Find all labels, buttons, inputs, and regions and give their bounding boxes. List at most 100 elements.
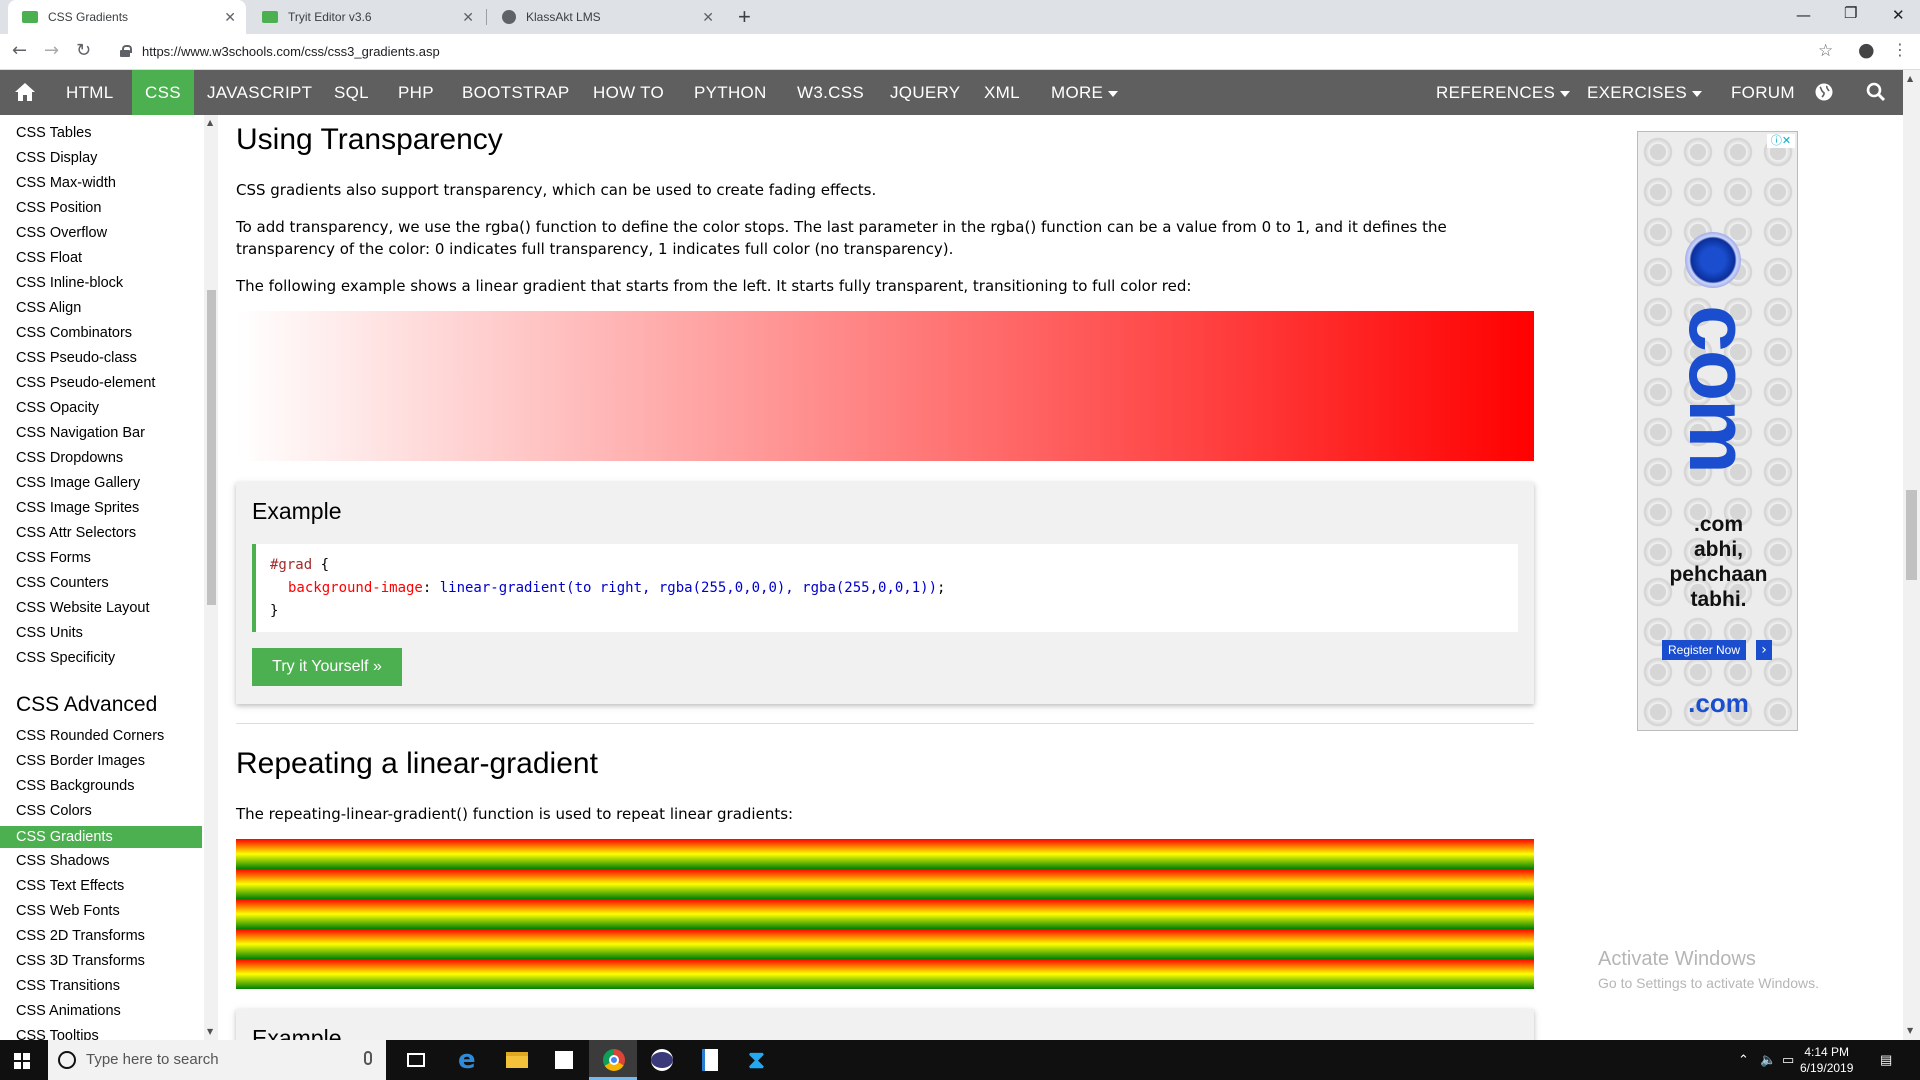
- nav-html[interactable]: HTML: [66, 70, 113, 115]
- nav-sql[interactable]: SQL: [334, 70, 369, 115]
- globe-icon[interactable]: [1814, 70, 1834, 115]
- ad-close-icon[interactable]: ⓘ✕: [1767, 134, 1795, 148]
- sidebar-item[interactable]: CSS Backgrounds: [16, 778, 134, 794]
- reload-icon[interactable]: ↻: [76, 40, 91, 61]
- sidebar-item[interactable]: CSS Animations: [16, 1003, 121, 1019]
- nav-more[interactable]: MORE: [1051, 70, 1119, 115]
- sidebar-item[interactable]: CSS Colors: [16, 803, 92, 819]
- sidebar-item[interactable]: CSS Rounded Corners: [16, 728, 164, 744]
- tab-close-icon[interactable]: ✕: [702, 9, 714, 26]
- tab-tryit-editor[interactable]: Tryit Editor v3.6 ✕: [248, 0, 484, 34]
- sidebar-item[interactable]: CSS Dropdowns: [16, 450, 123, 466]
- store-icon[interactable]: [540, 1040, 588, 1080]
- network-icon[interactable]: ▭: [1782, 1052, 1794, 1068]
- task-view-icon[interactable]: [392, 1040, 440, 1080]
- eclipse-icon[interactable]: [637, 1040, 685, 1080]
- sidebar-item[interactable]: CSS Opacity: [16, 400, 99, 416]
- menu-kebab-icon[interactable]: ⋮: [1892, 40, 1908, 59]
- nav-exercises[interactable]: EXERCISES: [1587, 70, 1703, 115]
- sidebar-item[interactable]: CSS Pseudo-class: [16, 350, 137, 366]
- minimize-icon[interactable]: —: [1796, 6, 1811, 24]
- scroll-down-arrow-icon[interactable]: ▼: [207, 1027, 213, 1036]
- advertisement[interactable]: ⓘ✕ com .com abhi, pehchaan tabhi. Regist…: [1637, 131, 1798, 731]
- nav-jquery[interactable]: JQUERY: [890, 70, 960, 115]
- nav-xml[interactable]: XML: [984, 70, 1020, 115]
- sidebar-item[interactable]: CSS Pseudo-element: [16, 375, 155, 391]
- microphone-icon[interactable]: [364, 1051, 372, 1065]
- sidebar-item[interactable]: CSS Tooltips: [16, 1028, 99, 1040]
- sidebar-item[interactable]: CSS Units: [16, 625, 83, 641]
- taskbar-search[interactable]: Type here to search: [48, 1040, 386, 1080]
- tab-close-icon[interactable]: ✕: [224, 9, 236, 26]
- nav-references[interactable]: REFERENCES: [1436, 70, 1571, 115]
- nav-javascript[interactable]: JAVASCRIPT: [207, 70, 312, 115]
- sidebar-item[interactable]: CSS Attr Selectors: [16, 525, 136, 541]
- nav-python[interactable]: PYTHON: [694, 70, 767, 115]
- scroll-down-arrow-icon[interactable]: ▼: [1907, 1026, 1913, 1035]
- windows-start-icon[interactable]: [14, 1053, 30, 1069]
- tab-klassakt-lms[interactable]: KlassAkt LMS ✕: [488, 0, 724, 34]
- nav-bootstrap[interactable]: BOOTSTRAP: [462, 70, 570, 115]
- sidebar-item[interactable]: CSS 2D Transforms: [16, 928, 145, 944]
- tab-css-gradients[interactable]: CSS Gradients ✕: [8, 0, 246, 34]
- try-it-yourself-button[interactable]: Try it Yourself »: [252, 648, 402, 686]
- sidebar-item[interactable]: CSS Specificity: [16, 650, 115, 666]
- sidebar-item[interactable]: CSS Max-width: [16, 175, 116, 191]
- maximize-icon[interactable]: ❐: [1844, 4, 1857, 22]
- sidebar-item[interactable]: CSS Website Layout: [16, 600, 150, 616]
- code-selector: #grad: [270, 557, 313, 573]
- ad-tagline: pehchaan: [1669, 563, 1768, 586]
- sidebar-item[interactable]: CSS Transitions: [16, 978, 120, 994]
- sidebar-item[interactable]: CSS Navigation Bar: [16, 425, 145, 441]
- nav-how-to[interactable]: HOW TO: [593, 70, 664, 115]
- sidebar-item[interactable]: CSS Forms: [16, 550, 91, 566]
- new-tab-icon[interactable]: +: [738, 4, 751, 30]
- sidebar-item[interactable]: CSS Web Fonts: [16, 903, 120, 919]
- sidebar-item[interactable]: CSS Border Images: [16, 753, 145, 769]
- sidebar-item[interactable]: CSS Align: [16, 300, 81, 316]
- nav-css[interactable]: CSS: [132, 70, 194, 115]
- sidebar-item[interactable]: CSS Float: [16, 250, 82, 266]
- search-icon[interactable]: [1866, 70, 1886, 115]
- url-text[interactable]: https://www.w3schools.com/css/css3_gradi…: [142, 44, 440, 59]
- taskbar-clock[interactable]: 4:14 PM 6/19/2019: [1800, 1044, 1853, 1076]
- bookmark-star-icon[interactable]: ☆: [1818, 41, 1833, 61]
- profile-icon[interactable]: ●: [1858, 39, 1875, 61]
- sidebar-item[interactable]: CSS Display: [16, 150, 97, 166]
- notifications-icon[interactable]: ▤: [1880, 1052, 1892, 1068]
- edge-icon[interactable]: e: [444, 1040, 492, 1080]
- ad-register-button[interactable]: Register Now: [1662, 640, 1747, 660]
- forward-icon[interactable]: →: [44, 40, 59, 61]
- sidebar-item[interactable]: CSS Overflow: [16, 225, 107, 241]
- vscode-icon[interactable]: ⧗: [734, 1040, 782, 1080]
- nav-forum[interactable]: FORUM: [1731, 70, 1795, 115]
- notepad-icon[interactable]: [686, 1040, 734, 1080]
- file-explorer-icon[interactable]: [492, 1040, 540, 1080]
- tray-chevron-up-icon[interactable]: ⌃: [1738, 1052, 1749, 1068]
- sidebar-item-active[interactable]: CSS Gradients: [0, 826, 202, 848]
- sidebar-item[interactable]: CSS Image Gallery: [16, 475, 140, 491]
- sidebar-item[interactable]: CSS Image Sprites: [16, 500, 139, 516]
- back-icon[interactable]: ←: [12, 40, 27, 61]
- sidebar-item[interactable]: CSS Inline-block: [16, 275, 123, 291]
- sidebar-scrollbar-thumb[interactable]: [207, 290, 216, 605]
- sidebar-item[interactable]: CSS Text Effects: [16, 878, 124, 894]
- sidebar-item[interactable]: CSS Counters: [16, 575, 109, 591]
- tab-close-icon[interactable]: ✕: [462, 9, 474, 26]
- close-window-icon[interactable]: ✕: [1892, 6, 1905, 24]
- sidebar-item[interactable]: CSS 3D Transforms: [16, 953, 145, 969]
- home-icon[interactable]: [14, 70, 38, 115]
- page-scrollbar-thumb[interactable]: [1906, 490, 1917, 580]
- volume-icon[interactable]: 🔈: [1760, 1052, 1776, 1068]
- scroll-up-arrow-icon[interactable]: ▲: [1907, 74, 1913, 83]
- sidebar-item[interactable]: CSS Shadows: [16, 853, 110, 869]
- nav-php[interactable]: PHP: [398, 70, 434, 115]
- sidebar-item[interactable]: CSS Tables: [16, 125, 92, 141]
- sidebar-item[interactable]: CSS Combinators: [16, 325, 132, 341]
- address-bar[interactable]: https://www.w3schools.com/css/css3_gradi…: [108, 38, 1828, 66]
- chevron-right-icon[interactable]: ›: [1756, 640, 1772, 660]
- nav-w3css[interactable]: W3.CSS: [797, 70, 864, 115]
- sidebar-item[interactable]: CSS Position: [16, 200, 101, 216]
- scroll-up-arrow-icon[interactable]: ▲: [207, 118, 213, 127]
- chrome-icon[interactable]: [589, 1040, 637, 1080]
